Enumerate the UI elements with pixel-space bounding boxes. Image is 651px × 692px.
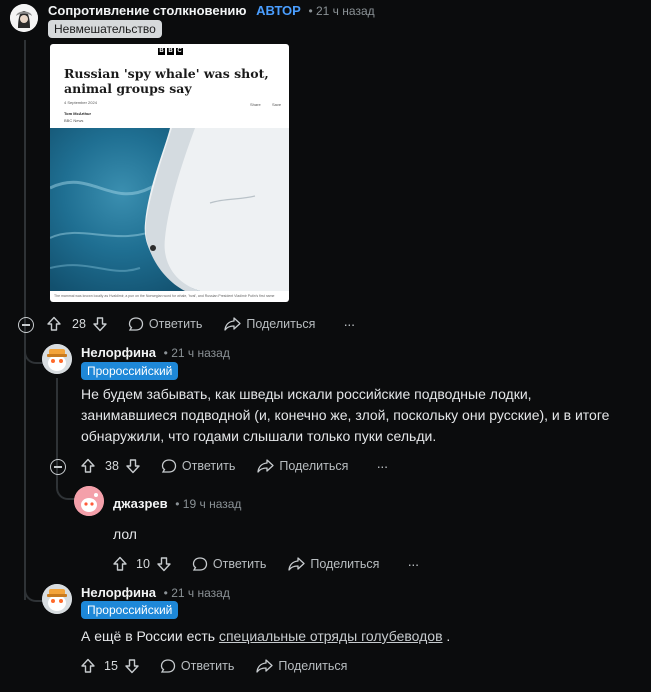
comment-bubble-icon — [128, 317, 144, 331]
username-text[interactable]: джазрев — [113, 496, 168, 511]
upvote-icon[interactable] — [80, 458, 96, 474]
share-button[interactable]: Поделиться — [288, 556, 379, 572]
timestamp[interactable]: • 21 ч назад — [308, 4, 374, 18]
reply-button[interactable]: Ответить — [161, 458, 235, 474]
comment-actions: 10 Ответить Поделиться ··· — [112, 553, 419, 575]
article-date: 4 September 2024 — [64, 100, 97, 105]
downvote-icon[interactable] — [124, 658, 140, 674]
user-flair: Невмешательство — [48, 20, 162, 38]
share-icon — [224, 317, 241, 331]
username[interactable]: Нелорфина • 21 ч назад — [81, 585, 230, 600]
comment-actions: 28 Ответить Поделиться ··· — [46, 313, 355, 335]
downvote-icon[interactable] — [125, 458, 141, 474]
comment-text-end: . — [442, 628, 451, 644]
vote-count: 28 — [72, 317, 86, 331]
article-share: Share — [250, 102, 261, 107]
article-caption: The mammal was known locally as Hvaldimi… — [54, 294, 275, 298]
vote-count: 38 — [105, 459, 119, 473]
avatar[interactable] — [10, 4, 38, 32]
downvote-icon[interactable] — [92, 316, 108, 332]
vote-count: 15 — [104, 659, 118, 673]
comment-text: А ещё в России есть — [81, 628, 219, 644]
article-byline: Tom McArthur — [64, 111, 92, 116]
share-button[interactable]: Поделиться — [256, 658, 347, 674]
comment-actions: 15 Ответить Поделиться — [80, 655, 347, 677]
avatar[interactable] — [74, 486, 104, 516]
downvote-icon[interactable] — [156, 556, 172, 572]
share-label[interactable]: Поделиться — [310, 557, 379, 571]
author-badge: АВТОР — [256, 3, 301, 18]
username-text[interactable]: Нелорфина — [81, 585, 156, 600]
username-text[interactable]: Нелорфина — [81, 345, 156, 360]
more-options-icon[interactable]: ··· — [376, 458, 388, 474]
user-flair: Пророссийский — [81, 601, 179, 619]
reply-label[interactable]: Ответить — [181, 659, 234, 673]
collapse-icon[interactable] — [18, 317, 34, 333]
username[interactable]: Нелорфина • 21 ч назад — [81, 345, 230, 360]
share-button[interactable]: Поделиться — [224, 316, 315, 332]
comment-bubble-icon — [161, 459, 177, 473]
collapse-icon[interactable] — [50, 459, 66, 475]
share-icon — [257, 459, 274, 473]
pigeon-squads-link[interactable]: специальные отряды голубеводов — [219, 628, 443, 644]
username[interactable]: Сопротивление столкновению АВТОР • 21 ч … — [48, 3, 375, 18]
avatar[interactable] — [42, 584, 72, 614]
more-options-icon[interactable]: ··· — [407, 556, 419, 572]
upvote-icon[interactable] — [80, 658, 96, 674]
comment-actions: 38 Ответить Поделиться ··· — [80, 455, 388, 477]
vote-count: 10 — [136, 557, 150, 571]
share-icon — [288, 557, 305, 571]
share-label[interactable]: Поделиться — [278, 659, 347, 673]
username-text[interactable]: Сопротивление столкновению — [48, 3, 247, 18]
article-headline: Russian 'spy whale' was shot, animal gro… — [64, 66, 269, 96]
timestamp[interactable]: • 21 ч назад — [164, 586, 230, 600]
bbc-logo: B B C — [158, 48, 183, 55]
reply-button[interactable]: Ответить — [160, 658, 234, 674]
timestamp[interactable]: • 21 ч назад — [164, 346, 230, 360]
share-label[interactable]: Поделиться — [246, 317, 315, 331]
comment-bubble-icon — [192, 557, 208, 571]
share-button[interactable]: Поделиться — [257, 458, 348, 474]
avatar[interactable] — [42, 344, 72, 374]
upvote-icon[interactable] — [46, 316, 62, 332]
article-image[interactable]: B B C Russian 'spy whale' was shot, anim… — [50, 44, 289, 302]
comment-body: Не будем забывать, как шведы искали росс… — [81, 386, 610, 444]
comment-body: лол — [113, 526, 137, 542]
article-byline-org: BBC News — [64, 118, 84, 123]
timestamp[interactable]: • 19 ч назад — [175, 497, 241, 511]
share-label[interactable]: Поделиться — [279, 459, 348, 473]
reply-button[interactable]: Ответить — [128, 316, 202, 332]
article-save: Save — [272, 102, 282, 107]
comment-bubble-icon — [160, 659, 176, 673]
reply-button[interactable]: Ответить — [192, 556, 266, 572]
comment-body: А ещё в России есть специальные отряды г… — [81, 626, 621, 647]
reply-label[interactable]: Ответить — [213, 557, 266, 571]
upvote-icon[interactable] — [112, 556, 128, 572]
share-icon — [256, 659, 273, 673]
more-options-icon[interactable]: ··· — [343, 316, 355, 332]
reply-label[interactable]: Ответить — [182, 459, 235, 473]
user-flair: Пророссийский — [81, 362, 179, 380]
username[interactable]: джазрев • 19 ч назад — [113, 496, 241, 511]
whale-photo — [50, 128, 289, 291]
reply-label[interactable]: Ответить — [149, 317, 202, 331]
